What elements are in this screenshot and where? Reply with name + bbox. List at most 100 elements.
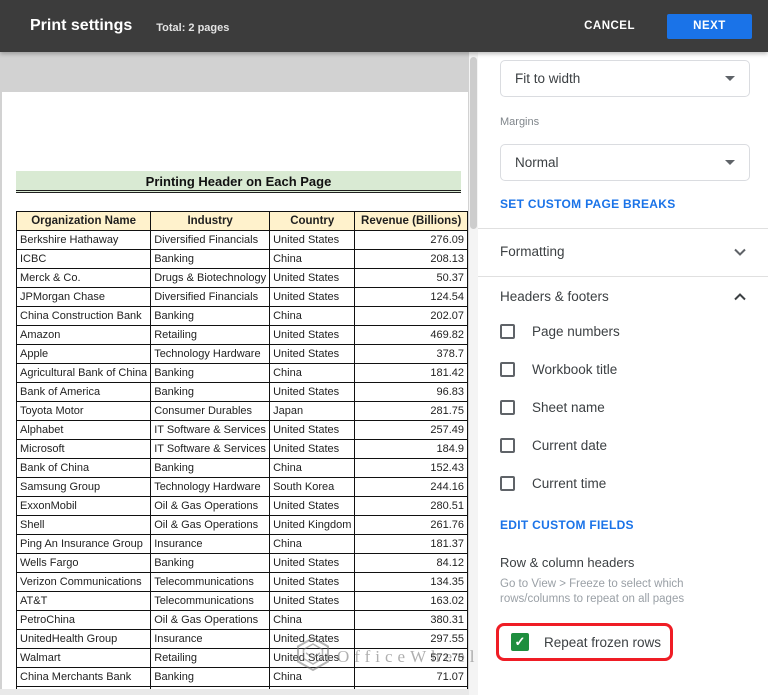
table-row: WalmartRetailingUnited States572.75 bbox=[17, 649, 468, 668]
table-cell: Apple bbox=[17, 345, 151, 364]
print-settings-topbar: Print settings Total: 2 pages CANCEL NEX… bbox=[0, 0, 768, 52]
table-cell: Oil & Gas Operations bbox=[151, 516, 270, 535]
table-cell: Verizon Communications bbox=[17, 573, 151, 592]
table-cell: Banking bbox=[151, 668, 270, 687]
checkbox-icon[interactable] bbox=[500, 476, 515, 491]
checkbox-row-sheet-name[interactable]: Sheet name bbox=[500, 398, 620, 416]
table-cell: United States bbox=[270, 383, 355, 402]
preview-table: Organization NameIndustryCountryRevenue … bbox=[16, 211, 468, 695]
table-cell: Banking bbox=[151, 307, 270, 326]
table-row: Merck & Co.Drugs & BiotechnologyUnited S… bbox=[17, 269, 468, 288]
table-row: AT&TTelecommunicationsUnited States163.0… bbox=[17, 592, 468, 611]
column-header: Organization Name bbox=[17, 212, 151, 231]
table-cell: China bbox=[270, 611, 355, 630]
table-cell: United States bbox=[270, 554, 355, 573]
revenue-cell: 572.75 bbox=[355, 649, 468, 668]
headers-footers-checkbox-list: Page numbers Workbook title Sheet name Curr… bbox=[500, 322, 620, 512]
next-button[interactable]: NEXT bbox=[667, 14, 752, 39]
divider bbox=[478, 276, 768, 277]
checked-checkbox-icon[interactable]: ✓ bbox=[511, 633, 529, 651]
table-cell: Toyota Motor bbox=[17, 402, 151, 421]
checkbox-icon[interactable] bbox=[500, 438, 515, 453]
revenue-cell: 378.7 bbox=[355, 345, 468, 364]
formatting-section-label: Formatting bbox=[500, 244, 734, 259]
edit-custom-fields-link[interactable]: EDIT CUSTOM FIELDS bbox=[500, 518, 634, 532]
formatting-section-toggle[interactable]: Formatting bbox=[500, 244, 746, 259]
table-row: Wells FargoBankingUnited States84.12 bbox=[17, 554, 468, 573]
revenue-cell: 469.82 bbox=[355, 326, 468, 345]
table-cell: China Merchants Bank bbox=[17, 668, 151, 687]
preview-vertical-scrollbar[interactable] bbox=[469, 52, 478, 695]
table-row: Agricultural Bank of ChinaBankingChina18… bbox=[17, 364, 468, 383]
table-cell: Diversified Financials bbox=[151, 231, 270, 250]
table-cell: Berkshire Hathaway bbox=[17, 231, 151, 250]
table-cell: Diversified Financials bbox=[151, 288, 270, 307]
table-cell: Agricultural Bank of China bbox=[17, 364, 151, 383]
headers-footers-section-toggle[interactable]: Headers & footers bbox=[500, 289, 746, 304]
checkbox-label: Sheet name bbox=[532, 400, 605, 415]
table-cell: South Korea bbox=[270, 478, 355, 497]
checkbox-row-page-numbers[interactable]: Page numbers bbox=[500, 322, 620, 340]
table-cell: ExxonMobil bbox=[17, 497, 151, 516]
table-cell: China bbox=[270, 668, 355, 687]
set-custom-page-breaks-link[interactable]: SET CUSTOM PAGE BREAKS bbox=[500, 197, 676, 211]
checkbox-row-current-date[interactable]: Current date bbox=[500, 436, 620, 454]
revenue-cell: 281.75 bbox=[355, 402, 468, 421]
repeat-frozen-rows-label: Repeat frozen rows bbox=[544, 635, 661, 650]
table-cell: Technology Hardware bbox=[151, 478, 270, 497]
table-row: AlphabetIT Software & ServicesUnited Sta… bbox=[17, 421, 468, 440]
total-pages-label: Total: 2 pages bbox=[156, 22, 229, 34]
table-cell: United States bbox=[270, 573, 355, 592]
table-header-row: Organization NameIndustryCountryRevenue … bbox=[17, 212, 468, 231]
table-cell: Wells Fargo bbox=[17, 554, 151, 573]
table-row: Bank of AmericaBankingUnited States96.83 bbox=[17, 383, 468, 402]
table-cell: United Kingdom bbox=[270, 516, 355, 535]
table-row: Samsung GroupTechnology HardwareSouth Ko… bbox=[17, 478, 468, 497]
revenue-cell: 124.54 bbox=[355, 288, 468, 307]
checkbox-icon[interactable] bbox=[500, 362, 515, 377]
table-cell: United States bbox=[270, 592, 355, 611]
preview-horizontal-scrollbar[interactable] bbox=[0, 689, 469, 695]
divider bbox=[478, 228, 768, 229]
table-cell: Ping An Insurance Group bbox=[17, 535, 151, 554]
table-cell: Merck & Co. bbox=[17, 269, 151, 288]
checkbox-row-workbook-title[interactable]: Workbook title bbox=[500, 360, 620, 378]
revenue-cell: 380.31 bbox=[355, 611, 468, 630]
table-cell: United States bbox=[270, 630, 355, 649]
table-row: Ping An Insurance GroupInsuranceChina181… bbox=[17, 535, 468, 554]
table-cell: Alphabet bbox=[17, 421, 151, 440]
table-cell: Banking bbox=[151, 383, 270, 402]
table-cell: United States bbox=[270, 497, 355, 516]
revenue-cell: 208.13 bbox=[355, 250, 468, 269]
checkbox-icon[interactable] bbox=[500, 400, 515, 415]
table-row: AmazonRetailingUnited States469.82 bbox=[17, 326, 468, 345]
table-row: MicrosoftIT Software & ServicesUnited St… bbox=[17, 440, 468, 459]
margins-dropdown[interactable]: Normal bbox=[500, 144, 750, 181]
revenue-cell: 184.9 bbox=[355, 440, 468, 459]
revenue-cell: 163.02 bbox=[355, 592, 468, 611]
table-cell: Walmart bbox=[17, 649, 151, 668]
column-header: Industry bbox=[151, 212, 270, 231]
scrollbar-thumb[interactable] bbox=[470, 57, 477, 229]
revenue-cell: 261.76 bbox=[355, 516, 468, 535]
table-cell: UnitedHealth Group bbox=[17, 630, 151, 649]
table-row: PetroChinaOil & Gas OperationsChina380.3… bbox=[17, 611, 468, 630]
scale-dropdown[interactable]: Fit to width bbox=[500, 60, 750, 97]
checkbox-icon[interactable] bbox=[500, 324, 515, 339]
repeat-frozen-rows-checkbox[interactable]: ✓ Repeat frozen rows bbox=[496, 623, 673, 661]
revenue-cell: 134.35 bbox=[355, 573, 468, 592]
caret-down-icon bbox=[725, 160, 735, 165]
table-row: UnitedHealth GroupInsuranceUnited States… bbox=[17, 630, 468, 649]
sheet-title-banner: Printing Header on Each Page bbox=[16, 171, 461, 193]
caret-down-icon bbox=[725, 76, 735, 81]
table-row: ExxonMobilOil & Gas OperationsUnited Sta… bbox=[17, 497, 468, 516]
table-cell: Technology Hardware bbox=[151, 345, 270, 364]
checkbox-row-current-time[interactable]: Current time bbox=[500, 474, 620, 492]
table-cell: Microsoft bbox=[17, 440, 151, 459]
cancel-button[interactable]: CANCEL bbox=[570, 12, 649, 40]
column-header: Revenue (Billions) bbox=[355, 212, 468, 231]
table-row: China Construction BankBankingChina202.0… bbox=[17, 307, 468, 326]
chevron-up-icon bbox=[734, 293, 746, 301]
table-row: Toyota MotorConsumer DurablesJapan281.75 bbox=[17, 402, 468, 421]
checkbox-label: Current time bbox=[532, 476, 606, 491]
